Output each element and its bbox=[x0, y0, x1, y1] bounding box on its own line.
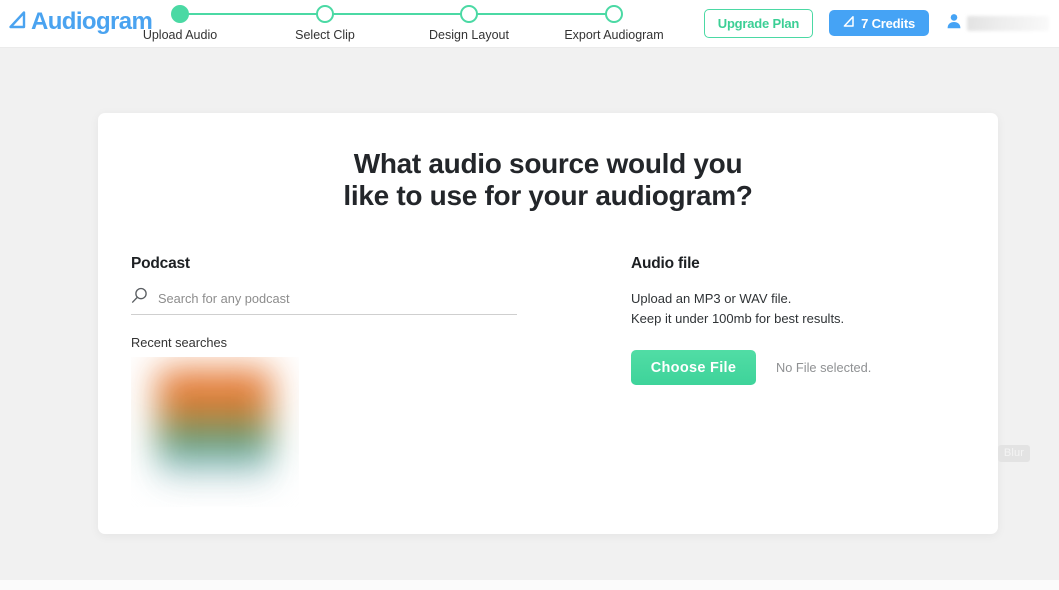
page-title: What audio source would you like to use … bbox=[98, 148, 998, 213]
recent-search-item[interactable] bbox=[131, 357, 299, 507]
step-label-upload-audio: Upload Audio bbox=[142, 28, 218, 42]
podcast-section-title: Podcast bbox=[131, 255, 190, 272]
credits-label: 7 Credits bbox=[861, 15, 915, 31]
recent-searches-label: Recent searches bbox=[131, 335, 228, 350]
search-icon bbox=[131, 287, 148, 309]
source-columns: Podcast Recent searches bbox=[98, 255, 998, 507]
audio-file-description: Upload an MP3 or WAV file. Keep it under… bbox=[631, 289, 998, 328]
upgrade-plan-button[interactable]: Upgrade Plan bbox=[703, 8, 814, 38]
audio-file-desc-line1: Upload an MP3 or WAV file. bbox=[631, 291, 792, 306]
recent-searches-grid bbox=[131, 357, 548, 507]
podcast-section: Podcast Recent searches bbox=[98, 255, 548, 507]
credits-button[interactable]: 7 Credits bbox=[829, 10, 929, 36]
step-dot-design-layout bbox=[460, 5, 478, 23]
step-dot-select-clip bbox=[316, 5, 334, 23]
blur-badge: Blur bbox=[998, 445, 1030, 462]
podcast-artwork bbox=[157, 369, 272, 484]
podcast-search-row[interactable] bbox=[131, 287, 517, 315]
account-name bbox=[967, 15, 1049, 31]
audio-file-picker-row: Choose File No File selected. bbox=[631, 350, 998, 385]
account-menu[interactable] bbox=[945, 12, 1053, 35]
bottom-strip bbox=[0, 580, 1059, 590]
play-triangle-icon bbox=[8, 9, 30, 36]
audio-source-card: What audio source would you like to use … bbox=[98, 113, 998, 534]
step-label-design-layout: Design Layout bbox=[429, 28, 509, 42]
audio-file-section-title: Audio file bbox=[631, 255, 700, 272]
step-upload-audio[interactable]: Upload Audio bbox=[115, 0, 245, 42]
step-select-clip[interactable]: Select Clip bbox=[260, 0, 390, 42]
progress-stepper: Upload Audio Select Clip Design Layout E… bbox=[143, 0, 665, 48]
header-actions: Upgrade Plan 7 Credits bbox=[703, 8, 1053, 38]
person-icon bbox=[945, 12, 963, 35]
page-title-line1: What audio source would you bbox=[353, 148, 743, 179]
step-design-layout[interactable]: Design Layout bbox=[404, 0, 534, 42]
file-status-text: No File selected. bbox=[776, 360, 872, 375]
podcast-search-input[interactable] bbox=[158, 288, 517, 308]
step-dot-upload-audio bbox=[171, 5, 189, 23]
audio-file-section: Audio file Upload an MP3 or WAV file. Ke… bbox=[548, 255, 998, 507]
triangle-icon bbox=[843, 15, 856, 31]
audio-file-desc-line2: Keep it under 100mb for best results. bbox=[631, 310, 845, 326]
step-export-audiogram[interactable]: Export Audiogram bbox=[549, 0, 679, 42]
app-header: Audiogram Upload Audio Select Clip Desig… bbox=[0, 0, 1059, 48]
choose-file-button[interactable]: Choose File bbox=[631, 350, 756, 385]
step-dot-export-audiogram bbox=[605, 5, 623, 23]
page-body: What audio source would you like to use … bbox=[0, 48, 1059, 590]
page-title-line2: like to use for your audiogram? bbox=[343, 180, 753, 212]
step-label-export-audiogram: Export Audiogram bbox=[564, 28, 664, 42]
step-label-select-clip: Select Clip bbox=[295, 28, 355, 42]
